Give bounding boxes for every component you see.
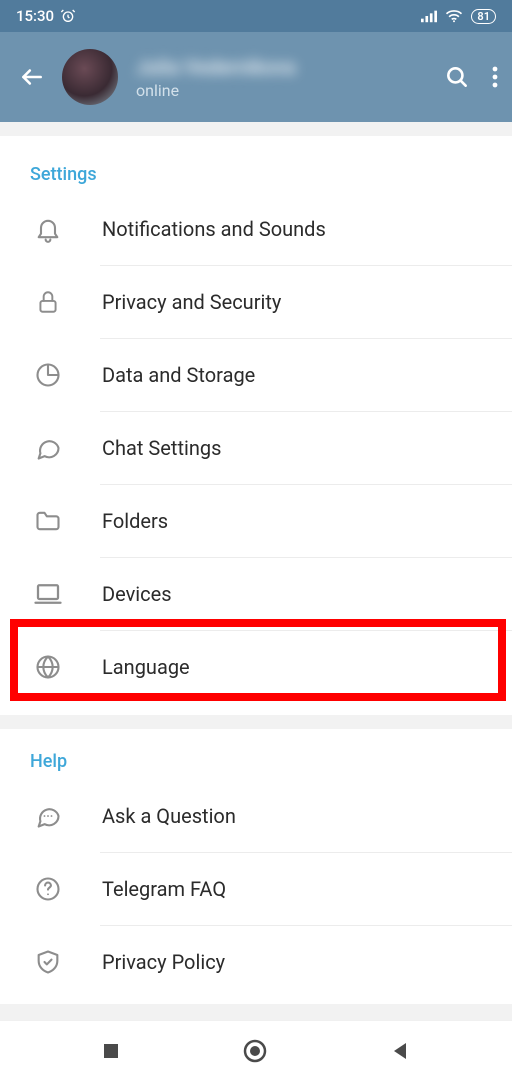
search-button[interactable] (444, 64, 470, 90)
avatar[interactable] (62, 49, 118, 105)
settings-item-chat[interactable]: Chat Settings (0, 412, 512, 484)
settings-item-data[interactable]: Data and Storage (0, 339, 512, 411)
chat-icon (30, 430, 66, 466)
status-bar: 15:30 81 (0, 0, 512, 32)
help-item-label: Ask a Question (102, 804, 236, 828)
help-item-ask[interactable]: Ask a Question (0, 780, 512, 852)
pie-icon (30, 357, 66, 393)
shield-check-icon (30, 944, 66, 980)
wifi-icon (445, 9, 463, 23)
folder-icon (30, 503, 66, 539)
more-button[interactable] (492, 65, 498, 89)
settings-item-label: Folders (102, 509, 168, 533)
bottom-gap (0, 1004, 512, 1020)
help-item-label: Privacy Policy (102, 950, 225, 974)
question-icon (30, 871, 66, 907)
section-header-help: Help (0, 729, 512, 780)
help-item-label: Telegram FAQ (102, 877, 226, 901)
profile-header: Julia Vedernikova online (0, 32, 512, 122)
settings-item-label: Data and Storage (102, 363, 255, 387)
settings-item-label: Language (102, 655, 190, 679)
battery-icon: 81 (471, 9, 496, 24)
globe-icon (30, 649, 66, 685)
alarm-icon (60, 8, 76, 24)
settings-item-label: Devices (102, 582, 172, 606)
nav-back-button[interactable] (389, 1040, 411, 1062)
settings-item-label: Notifications and Sounds (102, 217, 326, 241)
settings-item-label: Privacy and Security (102, 290, 281, 314)
settings-item-label: Chat Settings (102, 436, 221, 460)
settings-item-language[interactable]: Language (0, 631, 512, 703)
laptop-icon (30, 576, 66, 612)
settings-item-devices[interactable]: Devices (0, 558, 512, 630)
chat-dots-icon (30, 798, 66, 834)
settings-item-notifications[interactable]: Notifications and Sounds (0, 193, 512, 265)
section-gap (0, 122, 512, 136)
settings-item-privacy[interactable]: Privacy and Security (0, 266, 512, 338)
bell-icon (30, 211, 66, 247)
back-button[interactable] (14, 59, 50, 95)
settings-item-folders[interactable]: Folders (0, 485, 512, 557)
android-nav-bar (0, 1020, 512, 1080)
help-item-privacy[interactable]: Privacy Policy (0, 926, 512, 998)
nav-home-button[interactable] (242, 1038, 268, 1064)
profile-name: Julia Vedernikova (136, 55, 351, 79)
lock-icon (30, 284, 66, 320)
nav-recent-button[interactable] (101, 1041, 121, 1061)
profile-status: online (136, 81, 444, 100)
signal-icon (421, 9, 437, 23)
section-gap (0, 715, 512, 729)
section-header-settings: Settings (0, 142, 512, 193)
help-item-faq[interactable]: Telegram FAQ (0, 853, 512, 925)
status-time: 15:30 (16, 7, 54, 25)
